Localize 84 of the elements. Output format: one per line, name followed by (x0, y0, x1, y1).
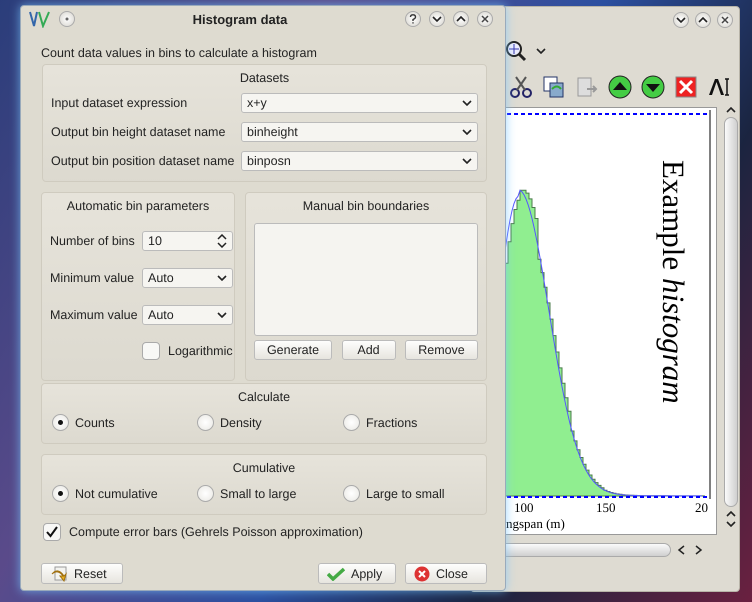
description-text: Count data values in bins to calculate a histogram (41, 46, 318, 60)
chevron-down-icon (462, 129, 472, 135)
close-button[interactable] (477, 11, 493, 27)
radio-option[interactable]: Counts (52, 414, 197, 431)
radio-button[interactable] (52, 485, 69, 502)
delete-icon[interactable] (674, 75, 698, 99)
logarithmic-checkbox[interactable]: Logarithmic (142, 342, 233, 360)
radio-option[interactable]: Not cumulative (52, 485, 197, 502)
axis-tick-label: 150 (596, 500, 616, 516)
action-button[interactable]: Remove (405, 340, 478, 360)
maximize-button[interactable] (453, 11, 469, 27)
app-logo-icon (29, 10, 51, 28)
checkbox[interactable] (142, 342, 160, 360)
combo-box[interactable]: x+y (241, 93, 478, 113)
axis-tick-label: 20 (695, 500, 708, 516)
chevron-down-icon (432, 16, 442, 22)
radio-option[interactable]: Large to small (343, 485, 478, 502)
apply-button[interactable]: Apply (318, 563, 396, 584)
radio-button[interactable] (197, 414, 214, 431)
radio-button[interactable] (197, 485, 214, 502)
chevron-up-icon (726, 107, 736, 113)
window-title: Histogram data (192, 12, 288, 26)
chevron-down-icon (462, 100, 472, 106)
minimize-button[interactable] (429, 11, 445, 27)
chevron-down-icon (536, 48, 546, 54)
group-title: Datasets (238, 71, 290, 85)
vertical-scrollbar[interactable] (724, 117, 738, 507)
minimize-button[interactable] (673, 12, 689, 28)
chevron-down-icon (216, 275, 227, 281)
plot-title: Example histogram (656, 160, 690, 404)
copy-icon[interactable] (542, 75, 566, 99)
chevron-down-icon (726, 521, 736, 527)
action-button[interactable]: Add (342, 340, 396, 360)
error-bars-checkbox[interactable]: Compute error bars (Gehrels Poisson approximation) (43, 523, 487, 541)
close-icon (481, 15, 489, 23)
close-icon (721, 16, 729, 24)
axis-label: ngspan (m) (506, 516, 565, 532)
close-button[interactable] (717, 12, 733, 28)
chevron-down-icon (676, 17, 686, 23)
chevron-up-icon (698, 17, 708, 23)
group-title: Manual bin boundaries (302, 199, 430, 213)
help-button[interactable] (405, 11, 421, 27)
arrow-up-circle-icon[interactable] (608, 75, 632, 99)
group-title: Automatic bin parameters (66, 199, 210, 213)
dot-icon (65, 17, 69, 21)
axis-tick-label: 100 (514, 500, 534, 516)
action-button[interactable]: Generate (254, 340, 332, 360)
radio-option[interactable]: Fractions (343, 414, 478, 431)
field-label: Input dataset expression (51, 96, 188, 110)
radio-option[interactable]: Density (197, 414, 343, 431)
radio-button[interactable] (343, 414, 360, 431)
chevron-down-icon (216, 312, 227, 318)
arrow-down-circle-icon[interactable] (641, 75, 665, 99)
combo-box[interactable]: Auto (142, 268, 233, 288)
scissors-icon[interactable] (509, 75, 533, 99)
radio-option[interactable]: Small to large (197, 485, 343, 502)
chevron-up-icon (726, 511, 736, 517)
radio-button[interactable] (52, 414, 69, 431)
group-title: Calculate (236, 390, 292, 404)
group-title: Cumulative (232, 461, 296, 475)
field-label: Number of bins (50, 234, 136, 248)
chevron-down-icon (462, 158, 472, 164)
field-label: Output bin height dataset name (51, 125, 226, 139)
radio-button[interactable] (343, 485, 360, 502)
window-menu-button[interactable] (59, 11, 75, 27)
combo-box[interactable]: binheight (241, 122, 478, 142)
field-label: Output bin position dataset name (51, 154, 236, 168)
scroll-arrows-icon[interactable] (677, 545, 703, 555)
chevron-up-icon (456, 16, 466, 22)
checkmark-icon (327, 566, 345, 580)
field-label: Maximum value (50, 308, 139, 322)
combo-box[interactable]: binposn (241, 151, 478, 171)
field-label: Minimum value (50, 271, 136, 285)
close-circle-icon (414, 566, 430, 582)
undo-arrow-icon (50, 566, 68, 582)
question-mark-icon (409, 14, 417, 24)
close-button[interactable]: Close (405, 563, 487, 584)
combo-box[interactable]: Auto (142, 305, 233, 325)
maximize-button[interactable] (695, 12, 711, 28)
checkbox[interactable] (43, 523, 61, 541)
spin-arrows-icon (216, 234, 227, 248)
spin-box[interactable]: 10 (142, 231, 233, 251)
zoom-icon[interactable] (505, 40, 527, 62)
reset-button[interactable]: Reset (41, 563, 123, 584)
